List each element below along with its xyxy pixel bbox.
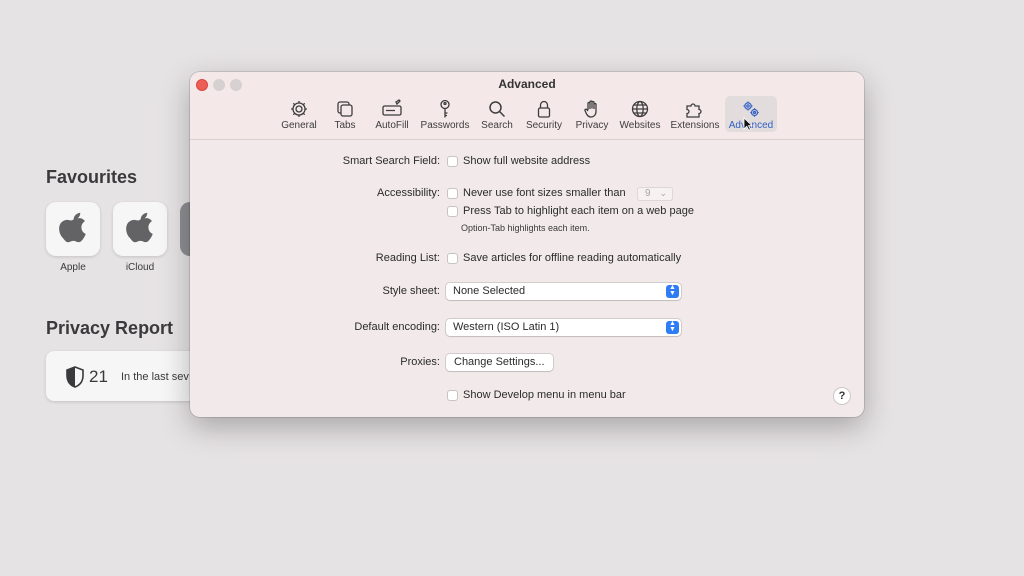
show-develop-menu-option: Show Develop menu in menu bar [463, 389, 626, 401]
favourite-tile-apple[interactable] [46, 202, 100, 256]
tab-general[interactable]: General [279, 96, 319, 132]
style-sheet-value: None Selected [453, 285, 526, 297]
autofill-icon [382, 99, 402, 116]
favourite-label-icloud: iCloud [125, 262, 155, 273]
reading-list-label: Reading List: [375, 252, 440, 264]
apple-logo-icon [59, 212, 86, 243]
tab-label: Websites [619, 120, 661, 131]
window-title: Advanced [498, 77, 556, 91]
tab-privacy[interactable]: Privacy [573, 96, 611, 132]
default-encoding-select[interactable]: Western (ISO Latin 1) ▲ ▼ [446, 319, 681, 336]
hand-icon [584, 100, 597, 118]
default-encoding-value: Western (ISO Latin 1) [453, 321, 560, 333]
tab-label: AutoFill [375, 120, 409, 131]
show-develop-menu-checkbox[interactable] [447, 390, 458, 401]
tab-search[interactable]: Search [479, 96, 515, 132]
tab-label: Search [481, 120, 513, 131]
tab-label: Tabs [334, 120, 356, 131]
option-tab-hint: Option-Tab highlights each item. [461, 223, 590, 233]
apple-logo-icon [126, 212, 153, 243]
globe-icon [631, 100, 649, 118]
show-full-address-checkbox[interactable] [447, 156, 458, 167]
tab-passwords[interactable]: Passwords [419, 96, 471, 132]
favourite-label-apple: Apple [60, 262, 86, 273]
min-font-size-option: Never use font sizes smaller than [463, 187, 626, 199]
change-settings-button[interactable]: Change Settings... [446, 354, 553, 371]
smart-search-label: Smart Search Field: [342, 155, 440, 167]
search-icon [489, 101, 506, 118]
save-offline-checkbox[interactable] [447, 253, 458, 264]
tab-autofill[interactable]: AutoFill [372, 96, 412, 132]
select-stepper-icon: ▲ ▼ [666, 284, 679, 298]
tracker-count: 21 [89, 367, 108, 386]
gears-icon [743, 101, 759, 117]
privacy-report-heading: Privacy Report [46, 318, 174, 338]
tabs-icon [337, 101, 353, 117]
min-font-size-select[interactable]: 9 ⌄ [637, 187, 673, 201]
min-font-size-checkbox[interactable] [447, 188, 458, 199]
shield-icon [66, 366, 84, 388]
preferences-window: Advanced General Tabs AutoFill Passwords… [190, 72, 864, 417]
tab-extensions[interactable]: Extensions [669, 96, 721, 132]
accessibility-label: Accessibility: [377, 187, 440, 199]
lock-icon [537, 100, 551, 118]
proxies-label: Proxies: [400, 356, 440, 368]
puzzle-icon [686, 103, 702, 118]
save-offline-option: Save articles for offline reading automa… [463, 252, 682, 264]
tab-label: Security [525, 120, 563, 131]
press-tab-option: Press Tab to highlight each item on a we… [463, 205, 694, 217]
style-sheet-select[interactable]: None Selected ▲ ▼ [446, 283, 681, 300]
mouse-pointer-icon [743, 117, 753, 131]
favourites-heading: Favourites [46, 167, 138, 187]
tab-label: General [281, 120, 317, 131]
help-button[interactable]: ? [834, 388, 850, 404]
tab-label: Privacy [575, 120, 609, 131]
tab-label: Passwords [420, 120, 470, 131]
gear-icon [291, 101, 307, 117]
style-sheet-label: Style sheet: [382, 285, 440, 297]
tab-websites[interactable]: Websites [618, 96, 662, 132]
tab-tabs[interactable]: Tabs [328, 96, 362, 132]
privacy-report-text: In the last sev [121, 371, 189, 383]
tab-label: Extensions [670, 120, 720, 131]
preferences-toolbar: Advanced General Tabs AutoFill Passwords… [190, 72, 864, 140]
min-font-size-value: 9 [645, 188, 651, 199]
default-encoding-label: Default encoding: [354, 321, 440, 333]
tab-security[interactable]: Security [523, 96, 565, 132]
show-full-address-option: Show full website address [463, 155, 591, 167]
select-stepper-icon: ▲ ▼ [666, 320, 679, 334]
favourite-tile-icloud[interactable] [113, 202, 167, 256]
key-icon [440, 99, 450, 118]
press-tab-checkbox[interactable] [447, 206, 458, 217]
chevron-down-icon: ⌄ [659, 188, 667, 198]
privacy-report-card[interactable]: 21 In the last sev [46, 351, 206, 401]
